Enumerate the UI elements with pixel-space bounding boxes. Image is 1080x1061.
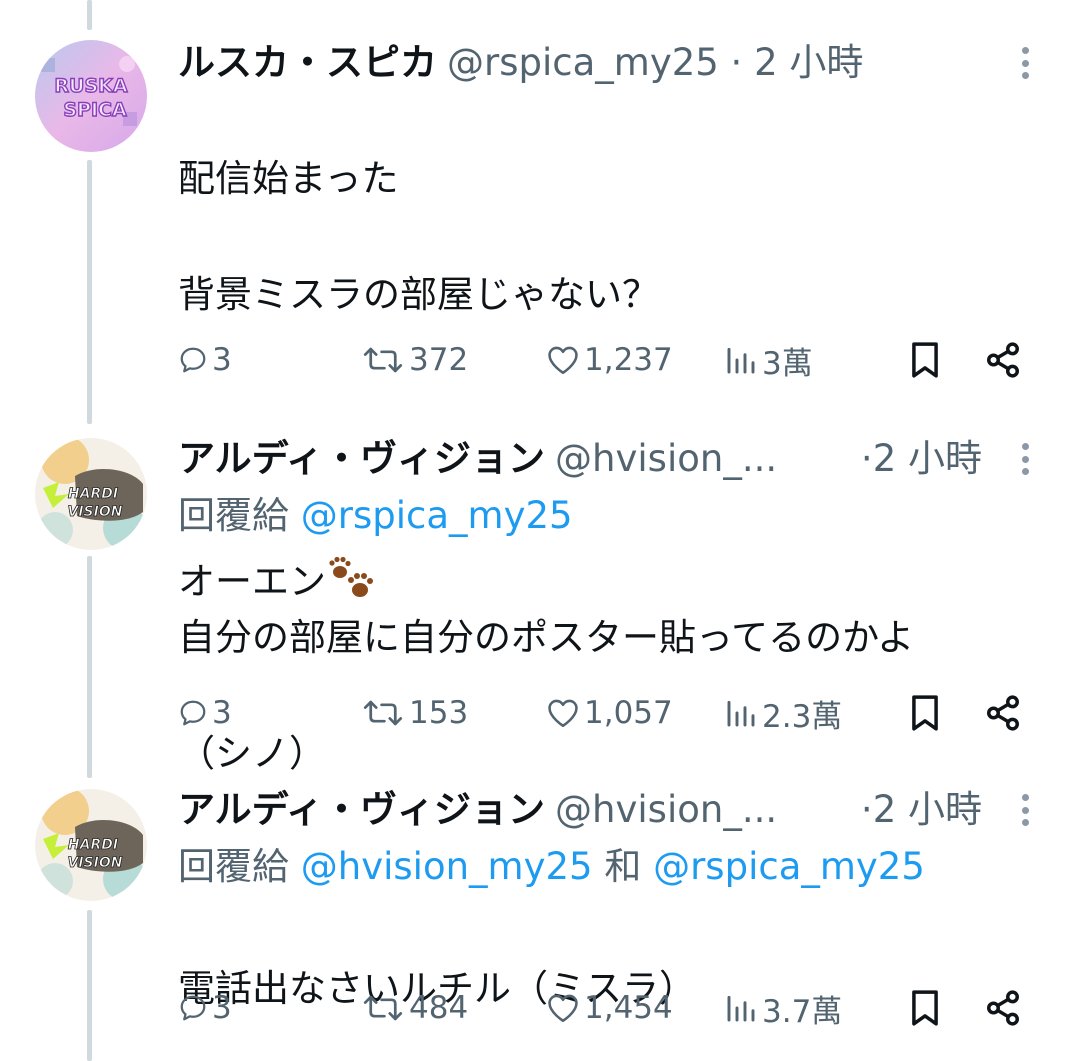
like-icon — [548, 346, 578, 375]
more-vertical-icon[interactable] — [1018, 790, 1032, 830]
mention-link[interactable]: @hvision_my25 — [301, 845, 593, 888]
share-button[interactable] — [984, 983, 1022, 1033]
tweet-actions: 3 153 1,057 2.3萬 — [178, 688, 1028, 738]
user-handle[interactable]: @hvision_... — [555, 788, 777, 831]
tweet-line: 背景ミスラの部屋じゃない？ — [178, 273, 659, 316]
tweet-hvision-2[interactable]: HARDI VISION アルディ・ヴィジョン @hvision_... ·2 小… — [0, 785, 1080, 1061]
display-name[interactable]: アルディ・ヴィジョン — [178, 437, 545, 480]
retweet-count: 372 — [409, 342, 469, 378]
timestamp-group: ·2 小時 — [861, 785, 982, 835]
retweet-button[interactable]: 153 — [361, 688, 468, 738]
display-name[interactable]: ルスカ・スピカ — [178, 41, 437, 84]
user-handle[interactable]: @rspica_my25 — [447, 41, 719, 84]
like-count: 1,057 — [584, 695, 673, 731]
like-icon — [548, 994, 578, 1023]
retweet-button[interactable]: 484 — [361, 983, 468, 1033]
views-button[interactable]: 2.3萬 — [724, 688, 842, 738]
retweet-icon — [363, 347, 403, 373]
display-name[interactable]: アルディ・ヴィジョン — [178, 788, 545, 831]
reply-button[interactable]: 3 — [178, 335, 232, 385]
views-icon — [727, 995, 755, 1022]
retweet-count: 153 — [409, 695, 469, 731]
timestamp-group: ·2 小時 — [861, 434, 982, 484]
share-icon — [987, 695, 1019, 731]
like-count: 1,237 — [584, 342, 673, 378]
svg-text:VISION: VISION — [68, 504, 123, 520]
tweet-header: アルディ・ヴィジョン @hvision_... ·2 小時 — [178, 785, 1020, 835]
more-vertical-icon[interactable] — [1018, 439, 1032, 479]
reply-context: 回覆給 @hvision_my25 和 @rspica_my25 — [178, 838, 925, 896]
retweet-icon — [363, 700, 403, 726]
share-button[interactable] — [984, 335, 1022, 385]
reply-count: 3 — [212, 990, 232, 1026]
thread-line-top — [87, 0, 92, 30]
avatar[interactable]: RUSKA SPICA — [35, 40, 147, 152]
timestamp[interactable]: 2 小時 — [873, 437, 982, 480]
reply-count: 3 — [212, 342, 232, 378]
user-handle[interactable]: @hvision_... — [555, 437, 777, 480]
svg-text:VISION: VISION — [68, 855, 123, 871]
views-button[interactable]: 3.7萬 — [724, 983, 842, 1033]
tweet-text: 電話出なさいルチル（ミスラ） — [178, 902, 1020, 1061]
bookmark-button[interactable] — [908, 983, 942, 1033]
reply-count: 3 — [212, 695, 232, 731]
separator-dot: · — [860, 437, 873, 480]
reply-button[interactable]: 3 — [178, 688, 232, 738]
timestamp[interactable]: 2 小時 — [754, 41, 863, 84]
tweet-header: アルディ・ヴィジョン @hvision_... ·2 小時 — [178, 434, 1020, 484]
reply-icon — [180, 700, 206, 726]
bookmark-icon — [912, 342, 938, 378]
tweet-line: 配信始まった — [178, 157, 399, 200]
reply-icon — [180, 347, 206, 373]
share-button[interactable] — [984, 688, 1022, 738]
mention-link[interactable]: @rspica_my25 — [301, 494, 573, 537]
bookmark-icon — [912, 695, 938, 731]
svg-text:SPICA: SPICA — [63, 99, 127, 121]
share-icon — [987, 342, 1019, 378]
share-icon — [987, 990, 1019, 1026]
svg-text:HARDI: HARDI — [68, 837, 118, 853]
views-icon — [727, 700, 755, 727]
like-button[interactable]: 1,454 — [546, 983, 673, 1033]
views-icon — [727, 347, 755, 374]
views-button[interactable]: 3萬 — [724, 335, 813, 385]
tweet-rspica[interactable]: RUSKA SPICA ルスカ・スピカ @rspica_my25 · 2 小時 配… — [0, 38, 1080, 603]
retweet-button[interactable]: 372 — [361, 335, 468, 385]
bookmark-button[interactable] — [908, 688, 942, 738]
svg-text:HARDI: HARDI — [68, 486, 118, 502]
svg-text:RUSKA: RUSKA — [54, 75, 127, 97]
retweet-icon — [363, 995, 403, 1021]
mention-link[interactable]: @rspica_my25 — [653, 845, 925, 888]
avatar[interactable]: HARDI VISION — [35, 438, 147, 550]
views-count: 2.3萬 — [762, 698, 843, 735]
separator-dot: · — [860, 788, 873, 831]
avatar[interactable]: HARDI VISION — [35, 789, 147, 901]
like-count: 1,454 — [584, 990, 673, 1026]
tweet-line: 自分の部屋に自分のポスター貼ってるのかよ — [178, 616, 915, 659]
reply-button[interactable]: 3 — [178, 983, 232, 1033]
reply-context: 回覆給 @rspica_my25 — [178, 487, 573, 545]
retweet-count: 484 — [409, 990, 469, 1026]
tweet-hvision-1[interactable]: HARDI VISION アルディ・ヴィジョン @hvision_... ·2 小… — [0, 434, 1080, 775]
reply-icon — [180, 995, 206, 1021]
reply-prefix: 回覆給 — [178, 494, 301, 537]
bookmark-icon — [912, 990, 938, 1026]
like-icon — [548, 699, 578, 728]
bookmark-button[interactable] — [908, 335, 942, 385]
tweet-actions: 3 484 1,454 3.7萬 — [178, 983, 1028, 1033]
separator-dot: · — [718, 41, 755, 84]
views-count: 3.7萬 — [762, 993, 843, 1030]
like-button[interactable]: 1,057 — [546, 688, 673, 738]
more-vertical-icon[interactable] — [1018, 43, 1032, 83]
like-button[interactable]: 1,237 — [546, 335, 673, 385]
views-count: 3萬 — [762, 345, 813, 382]
timestamp[interactable]: 2 小時 — [873, 788, 982, 831]
reply-conjunction: 和 — [592, 845, 654, 888]
tweet-actions: 3 372 1,237 3萬 — [178, 335, 1028, 385]
reply-prefix: 回覆給 — [178, 845, 301, 888]
tweet-header: ルスカ・スピカ @rspica_my25 · 2 小時 — [178, 38, 1020, 88]
